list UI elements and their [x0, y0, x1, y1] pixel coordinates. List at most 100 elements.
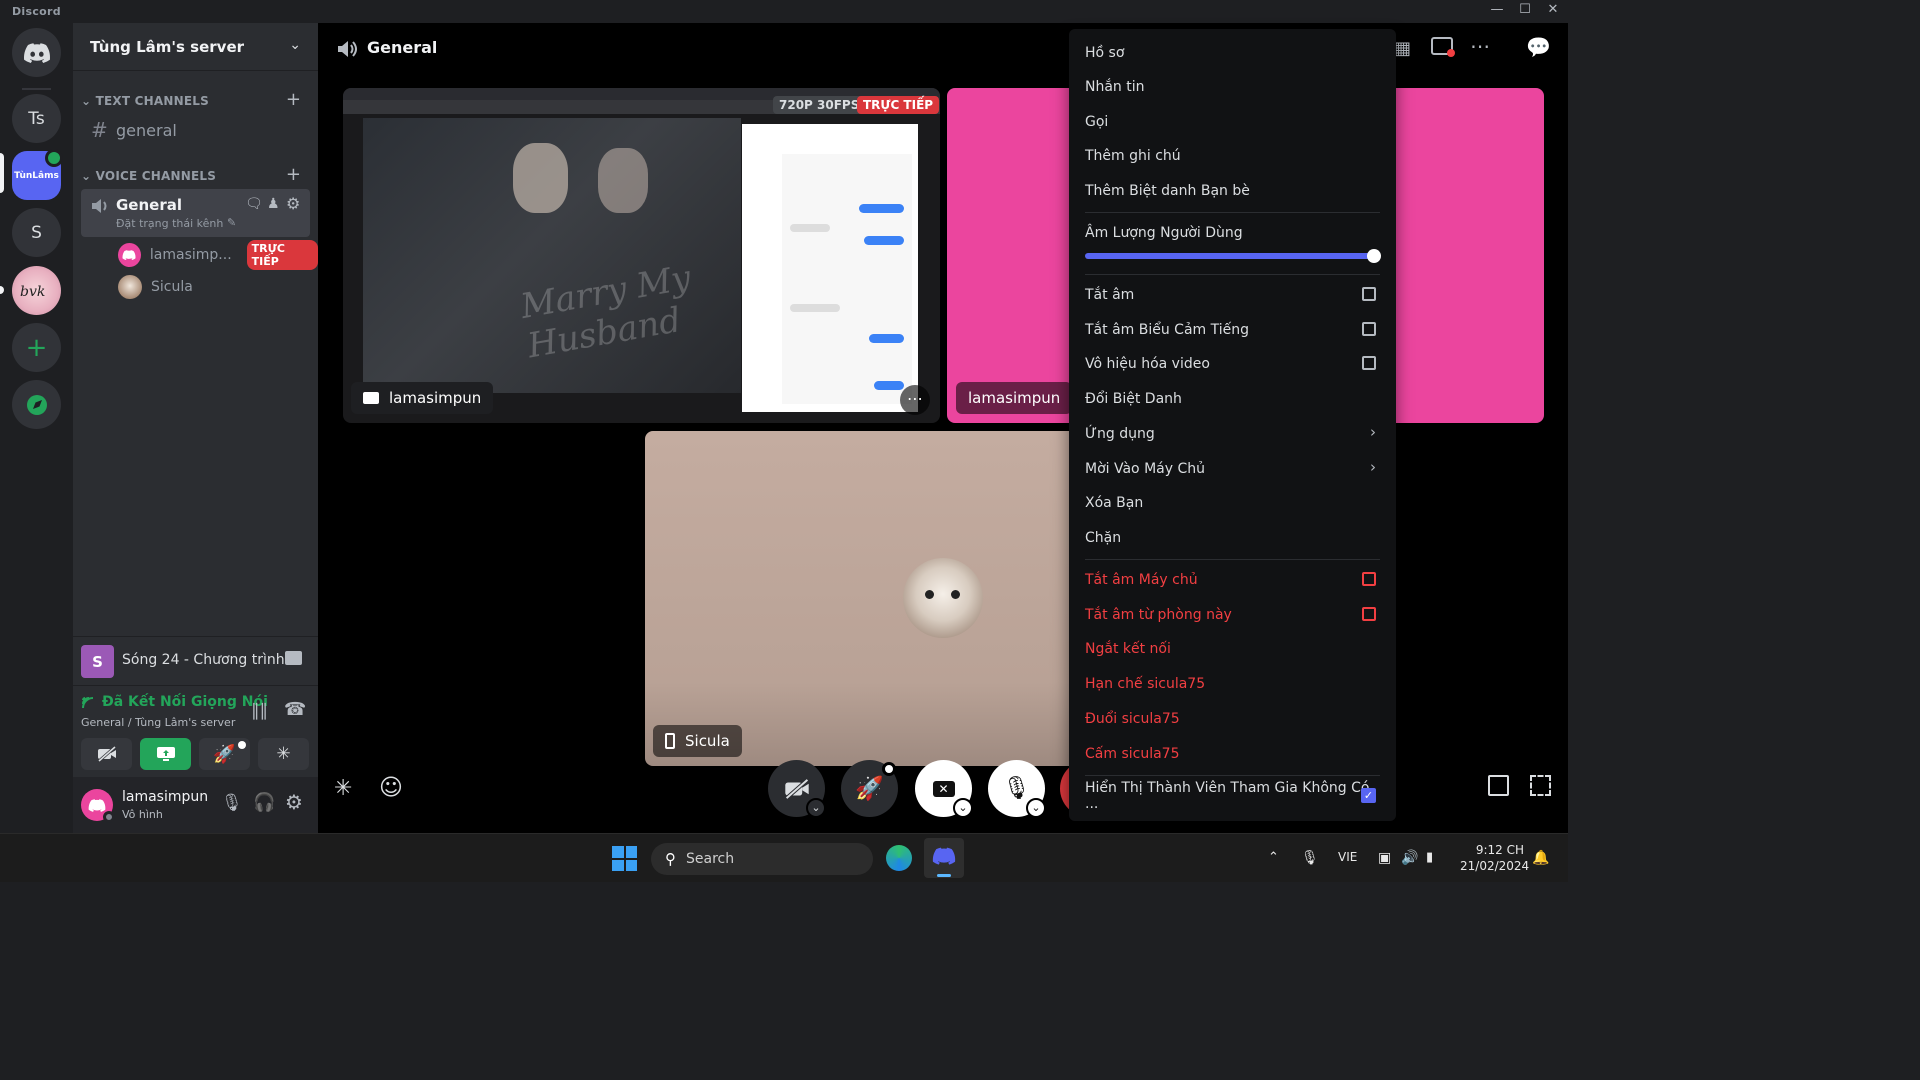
taskbar-search[interactable]: ⚲ Search — [651, 843, 873, 875]
text-category-header[interactable]: ⌄ TEXT CHANNELS — [81, 94, 209, 108]
camera-off-button[interactable] — [81, 738, 132, 770]
menu-item-remove-friend[interactable]: Xóa Bạn — [1077, 488, 1388, 518]
activities-button[interactable]: 🚀 — [841, 760, 898, 817]
activity-row[interactable]: S Sóng 24 - Chương trình... — [73, 636, 318, 685]
server-tunlams[interactable]: TùnLâms — [12, 149, 63, 200]
add-server-icon[interactable]: + — [12, 323, 61, 372]
menu-item-mute[interactable]: Tắt âm — [1077, 280, 1388, 310]
popout-window-icon[interactable] — [1488, 775, 1509, 796]
menu-item-mute-soundboard[interactable]: Tắt âm Biểu Cảm Tiếng — [1077, 315, 1388, 345]
voice-category-header[interactable]: ⌄ VOICE CHANNELS — [81, 169, 216, 183]
fullscreen-icon[interactable] — [1530, 775, 1551, 796]
menu-item-profile[interactable]: Hồ sơ — [1077, 38, 1388, 68]
emoji-icon[interactable]: ☺ — [379, 775, 403, 801]
clock[interactable]: 9:12 CH 21/02/2024 — [1460, 843, 1529, 873]
menu-item-add-note[interactable]: Thêm ghi chú — [1077, 141, 1388, 171]
language-indicator[interactable]: VIE — [1338, 850, 1357, 864]
network-icon[interactable]: ▣ — [1378, 850, 1391, 866]
menu-item-invite-to-server[interactable]: Mời Vào Máy Chủ › — [1077, 454, 1388, 484]
gear-icon[interactable]: ⚙ — [286, 194, 300, 213]
menu-item-change-nickname[interactable]: Đổi Biệt Danh — [1077, 384, 1388, 414]
menu-item-add-friend-nickname[interactable]: Thêm Biệt danh Bạn bè — [1077, 176, 1388, 206]
share-screen-button[interactable] — [140, 738, 191, 770]
add-voice-channel-icon[interactable]: + — [286, 164, 301, 185]
close-window-button[interactable]: ✕ — [1539, 2, 1567, 20]
popout-icon[interactable] — [1431, 37, 1455, 57]
activity-thumbnail: S — [81, 645, 114, 678]
menu-item-show-non-video-participants[interactable]: Hiển Thị Thành Viên Tham Gia Không Có ..… — [1077, 780, 1388, 812]
activities-button[interactable]: 🚀 — [199, 738, 250, 770]
explore-icon[interactable] — [12, 380, 61, 429]
checkbox[interactable] — [1362, 287, 1376, 301]
checkbox[interactable] — [1362, 607, 1376, 621]
chevron-down-icon[interactable]: ⌄ — [953, 798, 973, 818]
menu-separator — [1085, 559, 1380, 560]
volume-icon[interactable]: 🔊 — [1401, 850, 1418, 866]
minimize-button[interactable]: — — [1483, 2, 1511, 20]
battery-icon[interactable]: ▮ — [1426, 850, 1433, 865]
menu-item-server-mute[interactable]: Tắt âm Máy chủ — [1077, 565, 1388, 595]
chevron-down-icon[interactable]: ⌄ — [806, 798, 826, 818]
notification-bell-icon[interactable]: 🔔 — [1532, 850, 1549, 866]
microphone-icon[interactable]: 🎙 — [221, 793, 243, 813]
disconnect-icon[interactable]: ☎ — [284, 699, 306, 720]
microphone-button[interactable]: 🎙 ⌄ — [988, 760, 1046, 818]
soundboard-icon: ✳ — [276, 744, 291, 764]
server-avatar-image[interactable]: bvk — [12, 266, 61, 315]
signal-icon[interactable] — [81, 694, 97, 710]
tray-overflow-icon[interactable]: ⌃ — [1268, 850, 1279, 865]
soundboard-icon[interactable]: ✳ — [334, 776, 352, 801]
menu-item-kick[interactable]: Đuổi sicula75 — [1077, 704, 1388, 734]
stop-stream-icon[interactable] — [285, 651, 302, 665]
channel-general-voice[interactable]: General Đặt trạng thái kênh ✎ 🗨 ♟ ⚙ — [81, 189, 310, 237]
voice-user-lamasimpun[interactable]: lamasimp... TRỰC TIẾP — [118, 240, 318, 270]
grid-layout-icon[interactable]: ▦ — [1394, 38, 1411, 59]
microphone-icon: 🎙 — [1002, 776, 1031, 801]
noise-suppression-icon[interactable]: ∥∥ — [251, 701, 268, 721]
chat-bubble-icon[interactable]: 🗨 — [245, 196, 263, 212]
server-header[interactable]: Tùng Lâm's server ⌄ — [73, 23, 318, 71]
menu-item-ban[interactable]: Cấm sicula75 — [1077, 739, 1388, 769]
user-settings-gear-icon[interactable]: ⚙ — [285, 790, 303, 814]
menu-item-apps[interactable]: Ứng dụng › — [1077, 419, 1388, 449]
microphone-tray-icon[interactable]: 🎙 — [1301, 850, 1319, 866]
tile-more-icon[interactable]: ⋯ — [900, 385, 930, 415]
more-options-icon[interactable]: ⋯ — [1470, 34, 1490, 58]
channel-general-text[interactable]: # general — [81, 116, 310, 144]
menu-item-block[interactable]: Chặn — [1077, 523, 1388, 553]
stream-tile[interactable]: Marry My Husband 720P 30FPS TRỰC TIẾP la… — [343, 88, 940, 423]
home-button[interactable] — [12, 28, 61, 77]
channel-status-placeholder[interactable]: Đặt trạng thái kênh — [116, 217, 223, 230]
stop-share-icon: ✕ — [932, 780, 955, 797]
soundboard-button[interactable]: ✳ — [258, 738, 309, 770]
chat-icon[interactable]: 💬 — [1526, 35, 1551, 59]
discord-taskbar-button[interactable] — [924, 838, 964, 878]
voice-user-sicula[interactable]: Sicula — [118, 273, 193, 301]
server-ts[interactable]: Ts — [12, 94, 61, 143]
checkbox[interactable] — [1362, 572, 1376, 586]
menu-item-call[interactable]: Gọi — [1077, 107, 1388, 137]
avatar[interactable] — [81, 789, 115, 823]
invite-user-icon[interactable]: ♟ — [267, 196, 280, 212]
camera-off-button[interactable]: ⌄ — [768, 760, 826, 818]
headphones-icon[interactable]: 🎧 — [253, 792, 275, 813]
user-volume-slider[interactable] — [1085, 249, 1381, 263]
stop-screen-share-button[interactable]: ✕ ⌄ — [915, 760, 973, 818]
channel-sidebar: Tùng Lâm's server ⌄ ⌄ TEXT CHANNELS + # … — [73, 23, 318, 833]
menu-item-mute-from-room[interactable]: Tắt âm từ phòng này — [1077, 600, 1388, 630]
menu-item-restrict[interactable]: Hạn chế sicula75 — [1077, 669, 1388, 699]
edge-icon[interactable] — [886, 845, 912, 871]
server-s[interactable]: S — [12, 208, 61, 257]
menu-item-disable-video[interactable]: Vô hiệu hóa video — [1077, 349, 1388, 379]
checkbox[interactable] — [1362, 322, 1376, 336]
checkbox[interactable] — [1362, 356, 1376, 370]
slider-handle[interactable] — [1367, 249, 1381, 263]
checkbox-checked[interactable]: ✓ — [1361, 788, 1376, 803]
menu-item-message[interactable]: Nhắn tin — [1077, 72, 1388, 102]
windows-start-icon[interactable] — [612, 846, 637, 871]
rocket-icon: 🚀 — [213, 743, 236, 765]
add-text-channel-icon[interactable]: + — [286, 89, 301, 110]
maximize-button[interactable]: ☐ — [1511, 2, 1539, 20]
menu-item-disconnect[interactable]: Ngắt kết nối — [1077, 634, 1388, 664]
chevron-down-icon[interactable]: ⌄ — [1026, 798, 1046, 818]
